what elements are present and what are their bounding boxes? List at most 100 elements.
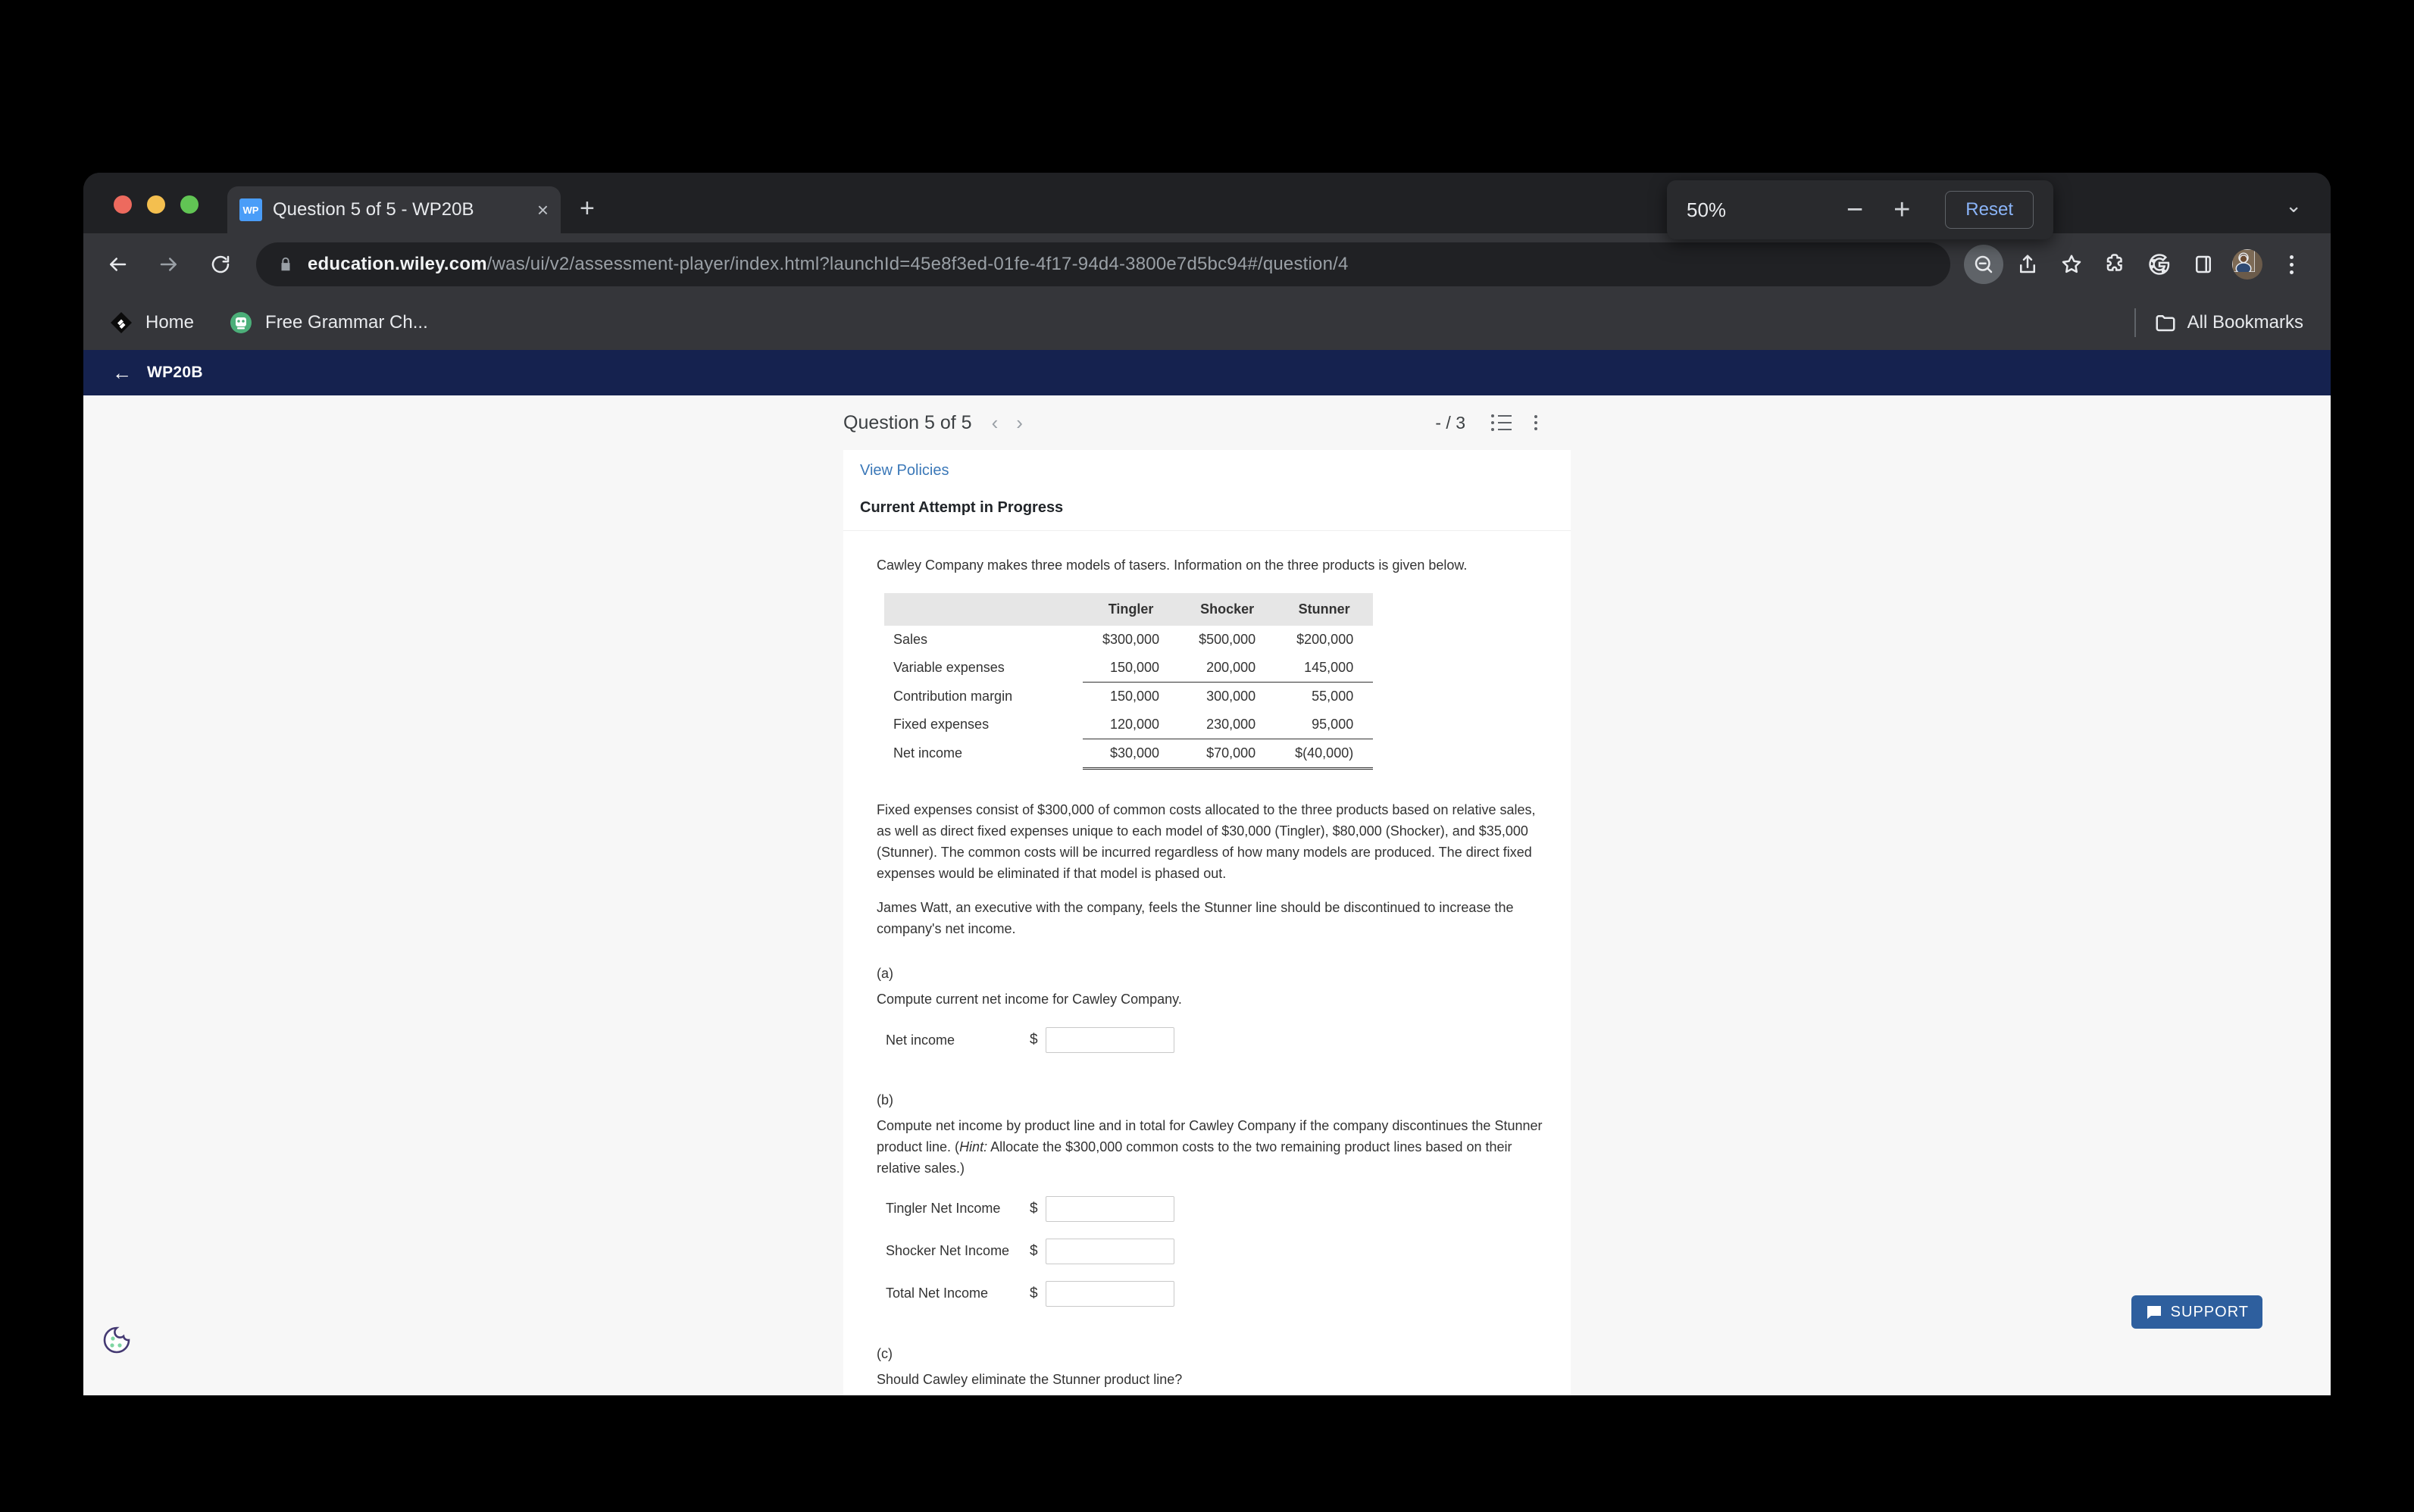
bookmark-label-grammar: Free Grammar Ch... (265, 312, 428, 333)
profile-avatar-image (2232, 249, 2262, 280)
part-b-hint-label: Hint: (959, 1139, 988, 1155)
url-text: education.wiley.com/was/ui/v2/assessment… (308, 254, 1349, 275)
part-a-field-label: Net income (886, 1032, 955, 1048)
part-a-net-income-input[interactable] (1045, 1027, 1174, 1054)
app-back-icon[interactable]: ← (112, 361, 132, 385)
table-row: Fixed expenses 120,000 230,000 95,000 (884, 710, 1374, 739)
cookie-settings-button[interactable] (100, 1323, 133, 1360)
col-header-stunner: Stunner (1275, 592, 1374, 626)
product-data-table: Tingler Shocker Stunner Sales $300,000 $… (884, 592, 1374, 770)
reload-button[interactable] (203, 247, 238, 282)
zoom-reset-button[interactable]: Reset (1945, 191, 2034, 229)
part-b-field-label: Tingler Net Income (886, 1201, 1001, 1217)
back-button[interactable] (100, 247, 135, 282)
browser-tab[interactable]: WP Question 5 of 5 - WP20B × (227, 186, 561, 233)
row-label: Sales (893, 631, 928, 647)
row-label: Contribution margin (893, 688, 1013, 704)
close-tab-icon[interactable]: × (537, 200, 549, 220)
url-host: education.wiley.com (308, 254, 487, 274)
app-header: ← WP20B (83, 350, 2331, 395)
table-row: Variable expenses 150,000 200,000 145,00… (884, 653, 1374, 683)
table-row: Net income $30,000 $70,000 $(40,000) (884, 739, 1374, 770)
zoom-in-button[interactable]: + (1893, 195, 1910, 224)
row-label: Net income (893, 745, 963, 761)
side-panel-icon[interactable] (2184, 245, 2223, 284)
part-b-field-row: Total Net Income $ (886, 1280, 1545, 1307)
prev-question-button[interactable]: ‹ (992, 411, 999, 435)
all-bookmarks-label: All Bookmarks (2187, 312, 2303, 333)
all-bookmarks-button[interactable]: All Bookmarks (2124, 308, 2303, 337)
currency-symbol: $ (1030, 1285, 1038, 1301)
question-score: - / 3 (1435, 412, 1465, 433)
part-a-letter: (a) (877, 966, 893, 982)
part-b-field-label: Total Net Income (886, 1286, 989, 1301)
cell-value: 95,000 (1275, 710, 1374, 739)
shocker-net-income-input[interactable] (1045, 1238, 1174, 1264)
next-question-button[interactable]: › (1016, 411, 1023, 435)
toolbar-icons (1964, 245, 2331, 284)
cell-value: 145,000 (1275, 653, 1374, 683)
bookmark-star-icon[interactable] (2052, 245, 2091, 284)
cell-value: 300,000 (1206, 688, 1256, 704)
lock-icon (281, 257, 290, 271)
cell-value: 120,000 (1083, 710, 1180, 739)
cell-value: 230,000 (1179, 710, 1276, 739)
part-c-letter: (c) (877, 1345, 893, 1361)
minimize-window-button[interactable] (147, 195, 165, 214)
view-policies-link[interactable]: View Policies (843, 450, 949, 480)
tingler-net-income-input[interactable] (1045, 1195, 1174, 1222)
breadcrumb: WP20B (147, 364, 203, 381)
part-b-field-row: Tingler Net Income $ (886, 1195, 1545, 1222)
question-nav: ‹ › (992, 411, 1023, 435)
chat-bubble-icon (2147, 1306, 2161, 1319)
total-net-income-input[interactable] (1045, 1280, 1174, 1307)
part-a-prompt: Compute current net income for Cawley Co… (877, 992, 1182, 1007)
avatar[interactable] (2228, 245, 2267, 284)
maximize-window-button[interactable] (180, 195, 199, 214)
grammar-robot-icon (230, 312, 252, 333)
browser-toolbar: education.wiley.com/was/ui/v2/assessment… (83, 233, 2331, 295)
part-b-field-row: Shocker Net Income $ (886, 1238, 1545, 1264)
question-card: Question 5 of 5 ‹ › - / 3 View Policies … (843, 395, 1571, 1395)
currency-symbol: $ (1030, 1242, 1038, 1259)
cell-value: 200,000 (1179, 653, 1276, 683)
table-body: Sales $300,000 $500,000 $200,000 Variabl… (884, 626, 1374, 770)
address-bar[interactable]: education.wiley.com/was/ui/v2/assessment… (256, 242, 1950, 286)
extensions-puzzle-icon[interactable] (2096, 245, 2135, 284)
close-window-button[interactable] (114, 195, 132, 214)
support-button[interactable]: SUPPORT (2131, 1295, 2262, 1329)
tab-search-chevron-icon[interactable]: ⌄ (2285, 194, 2302, 217)
zoom-out-button[interactable]: − (1846, 195, 1863, 224)
question-bar: Question 5 of 5 ‹ › - / 3 (843, 395, 1571, 450)
part-b-prompt: Compute net income by product line and i… (877, 1116, 1545, 1179)
currency-symbol: $ (1030, 1032, 1038, 1048)
question-menu-button[interactable] (1534, 415, 1537, 430)
question-list-icon[interactable] (1491, 414, 1512, 431)
table-row: Sales $300,000 $500,000 $200,000 (884, 626, 1373, 654)
google-account-icon[interactable] (2140, 245, 2179, 284)
browser-menu-button[interactable] (2272, 245, 2311, 284)
cell-value: 55,000 (1312, 688, 1354, 704)
zoom-out-icon[interactable] (1964, 245, 2003, 284)
attempt-caption: Current Attempt in Progress (843, 480, 1571, 531)
bookmarks-bar: Home Free Grammar Ch... All Bookmarks (83, 295, 2331, 350)
cell-value: $300,000 (1102, 631, 1160, 647)
question-body: View Policies Current Attempt in Progres… (843, 450, 1571, 1395)
part-c-prompt: Should Cawley eliminate the Stunner prod… (877, 1371, 1183, 1387)
new-tab-button[interactable]: + (580, 195, 595, 221)
zoom-level-label: 50% (1687, 198, 1727, 221)
bookmarks-divider (2134, 308, 2136, 337)
col-header-tingler: Tingler (1083, 592, 1180, 626)
share-icon[interactable] (2008, 245, 2047, 284)
intro-paragraph: Cawley Company makes three models of tas… (877, 558, 1468, 573)
question-title: Question 5 of 5 (843, 411, 972, 433)
cell-value: $30,000 (1083, 739, 1180, 770)
cell-value: $(40,000) (1275, 739, 1374, 770)
forward-button[interactable] (152, 247, 186, 282)
cell-value: $70,000 (1179, 739, 1276, 770)
cell-value: 150,000 (1083, 653, 1180, 683)
cell-value: 150,000 (1110, 688, 1160, 704)
cell-value: $200,000 (1296, 631, 1354, 647)
bookmark-item-home[interactable]: Home (109, 311, 194, 335)
bookmark-item-grammar[interactable]: Free Grammar Ch... (229, 311, 428, 335)
